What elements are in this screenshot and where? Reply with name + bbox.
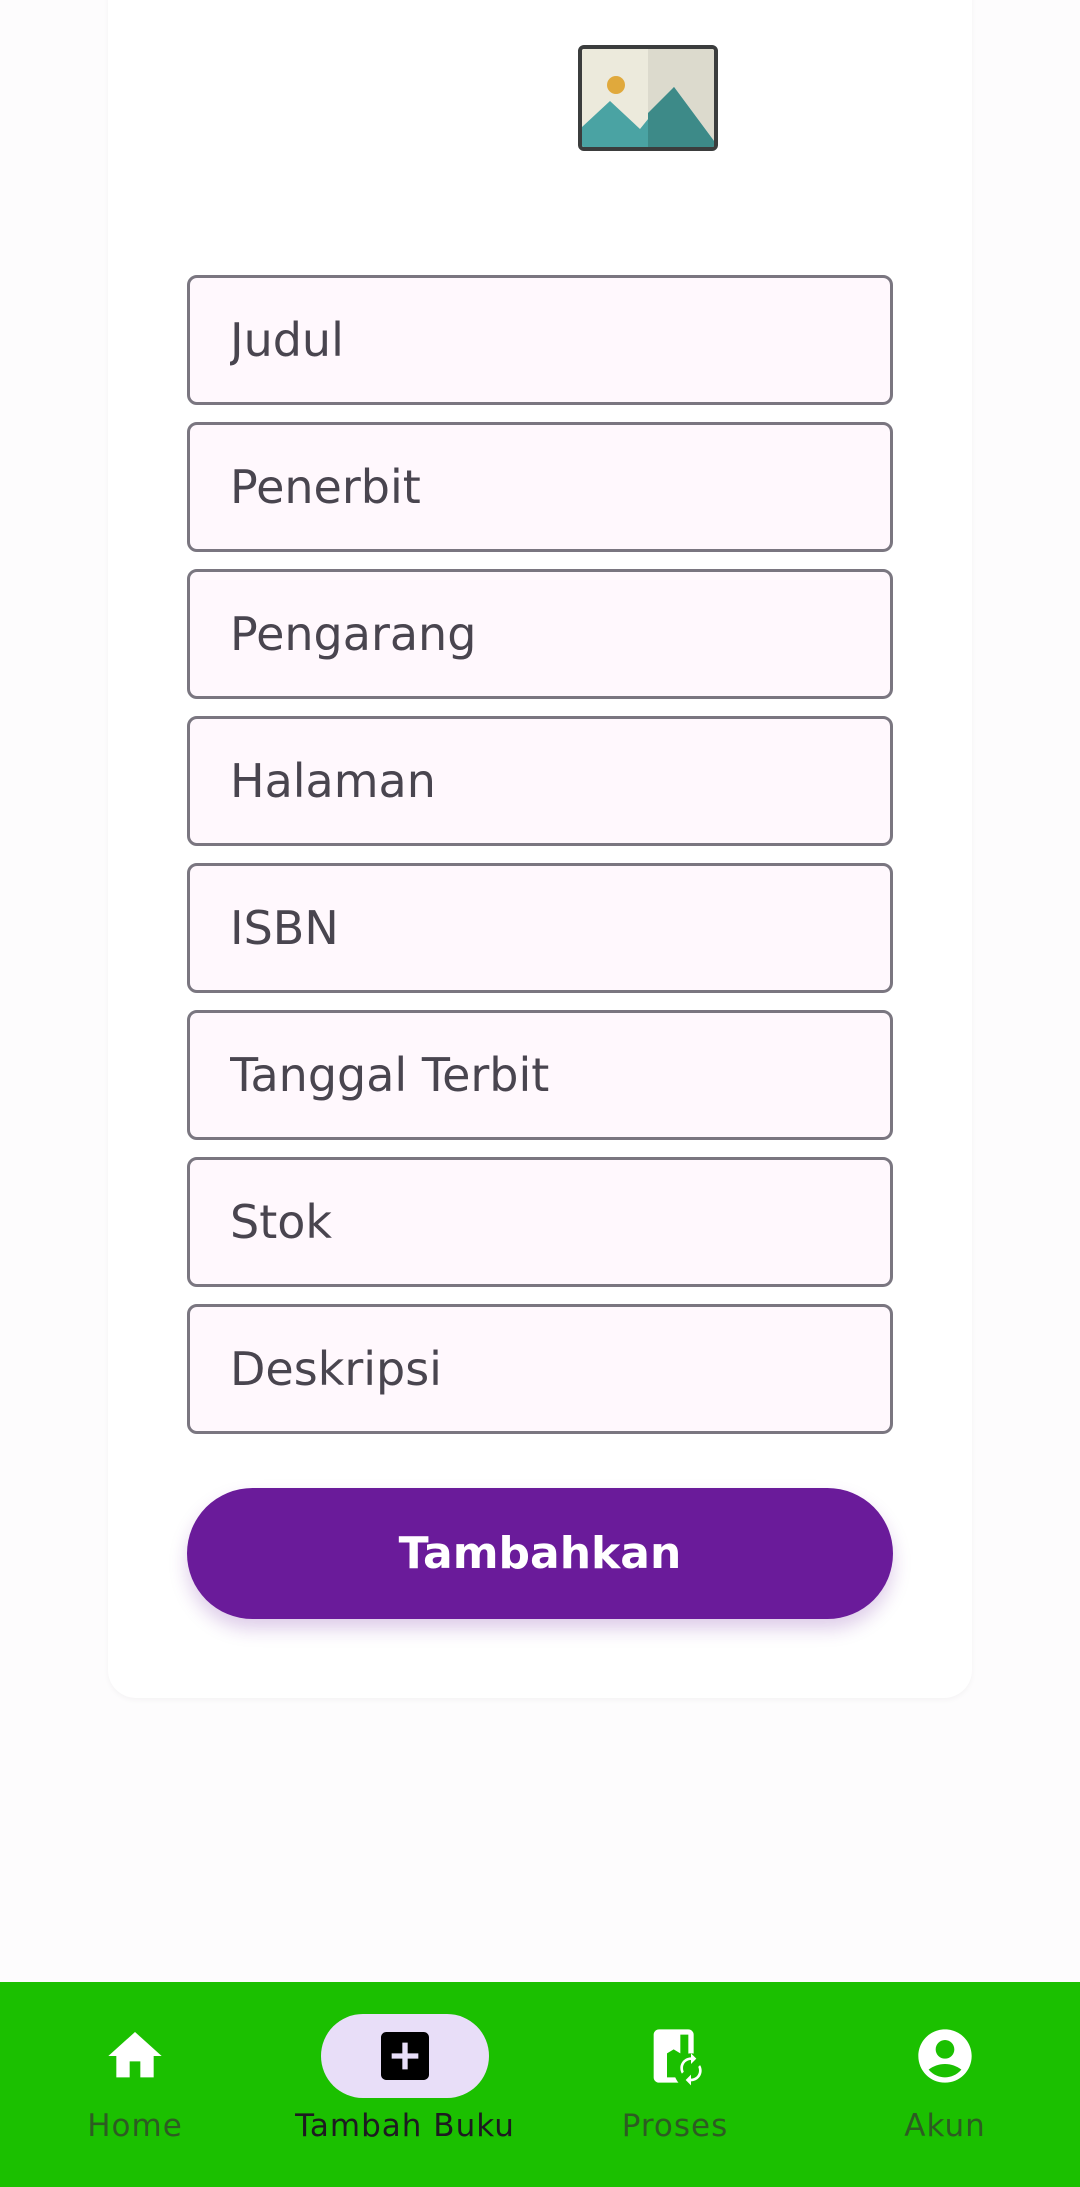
nav-item-home[interactable]: Home [0,1982,270,2187]
pages-input[interactable] [230,754,890,808]
publisher-input[interactable] [230,460,890,514]
account-circle-icon [918,2029,972,2083]
nav-label: Proses [621,2108,729,2144]
add-box-icon [381,2032,429,2080]
bottom-navigation: Home Tambah Buku Proses Akun [0,1982,1080,2187]
nav-item-add-book[interactable]: Tambah Buku [270,1982,540,2187]
add-book-screen: Tambahkan Home Tambah Buku [0,0,1080,2187]
nav-label: Tambah Buku [295,2108,515,2144]
stock-input[interactable] [230,1195,890,1249]
isbn-input[interactable] [230,901,890,955]
description-input[interactable] [230,1342,890,1396]
nav-label: Akun [904,2108,986,2144]
description-field[interactable] [187,1304,893,1434]
title-field[interactable] [187,275,893,405]
image-icon [582,49,714,147]
author-field[interactable] [187,569,893,699]
form-card [108,0,972,1698]
isbn-field[interactable] [187,863,893,993]
book-sync-icon [653,2029,702,2086]
publish-date-input[interactable] [230,1048,890,1102]
image-picker[interactable] [578,45,718,151]
title-input[interactable] [230,313,890,367]
nav-item-account[interactable]: Akun [810,1982,1080,2187]
home-icon [108,2032,162,2078]
nav-pill-active [321,2014,489,2098]
author-input[interactable] [230,607,890,661]
nav-label: Home [87,2108,183,2144]
nav-pill [51,2014,219,2098]
pages-field[interactable] [187,716,893,846]
nav-pill [861,2014,1029,2098]
nav-item-process[interactable]: Proses [540,1982,810,2187]
publish-date-field[interactable] [187,1010,893,1140]
publisher-field[interactable] [187,422,893,552]
add-book-button[interactable]: Tambahkan [187,1488,893,1619]
stock-field[interactable] [187,1157,893,1287]
nav-pill [591,2014,759,2098]
